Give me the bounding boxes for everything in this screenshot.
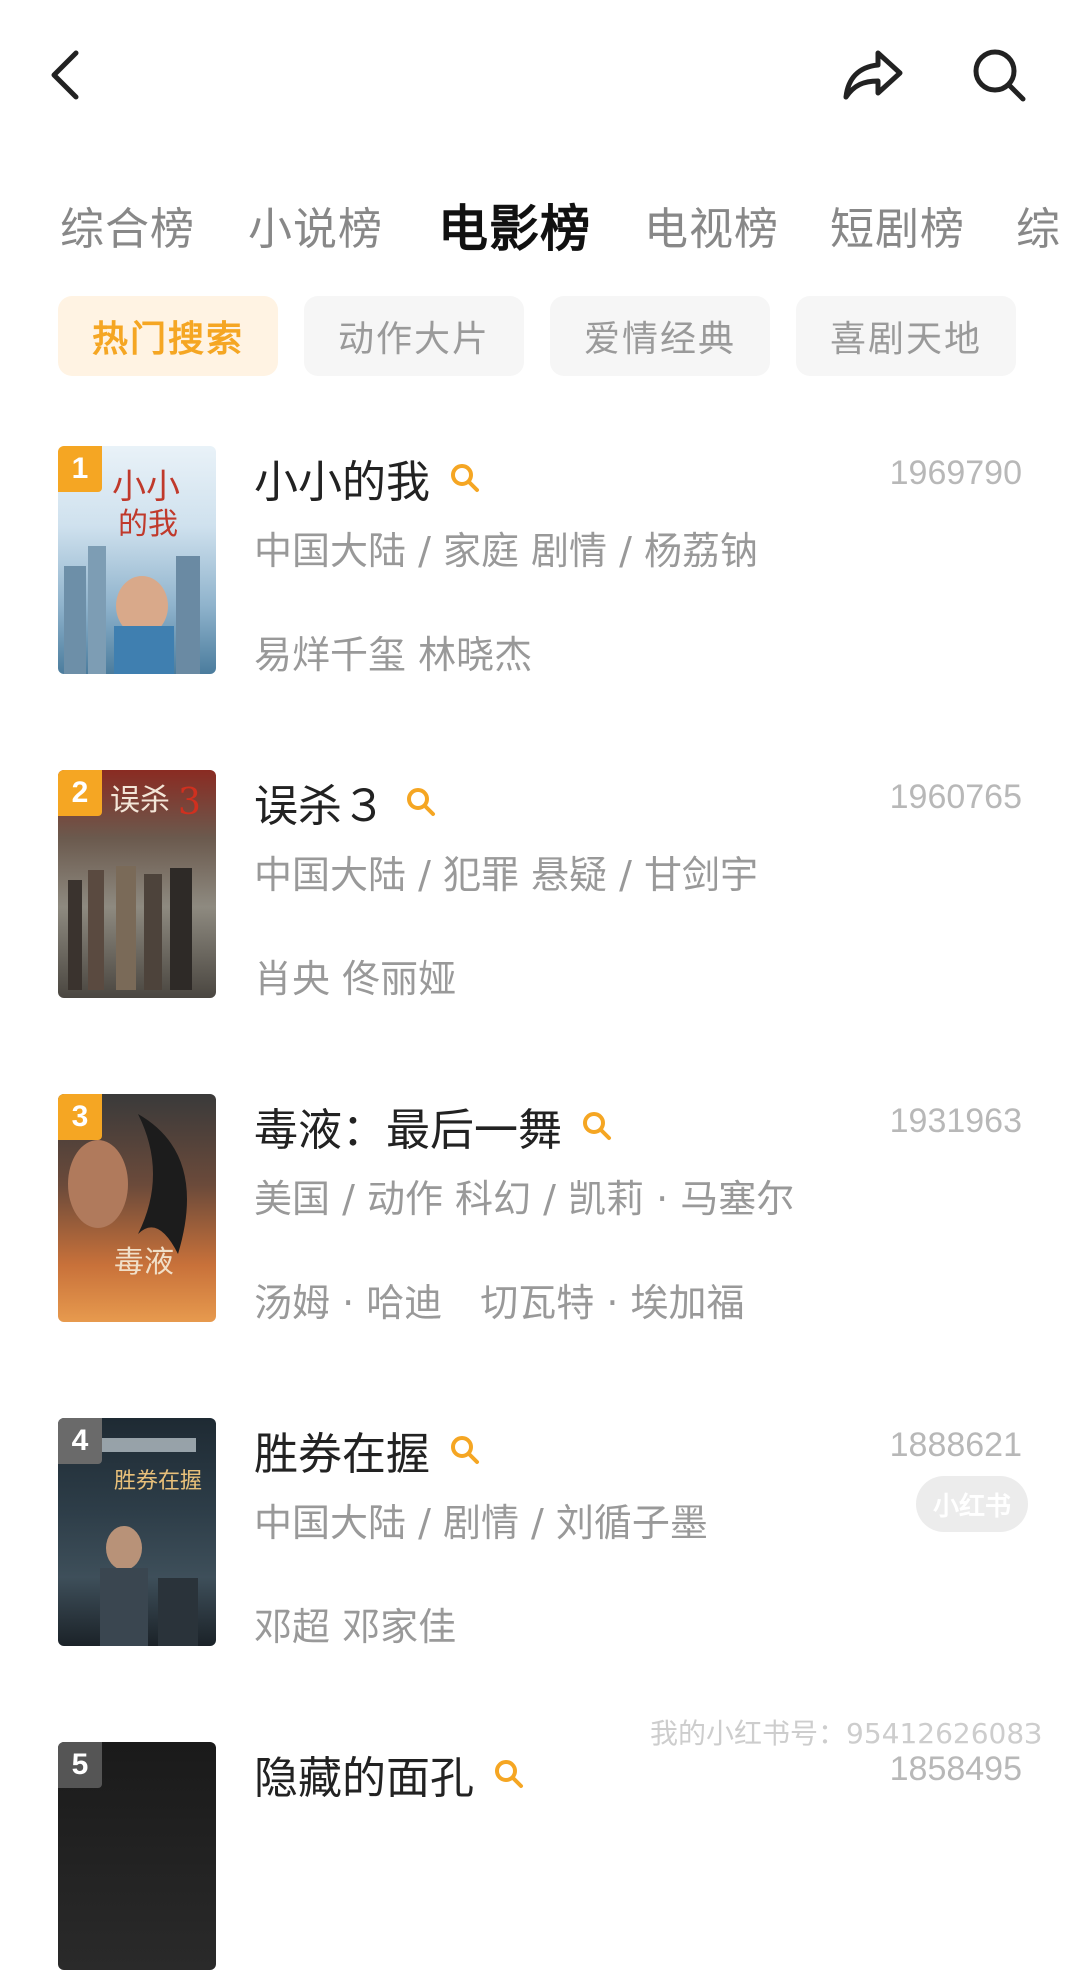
rank-badge: 1: [58, 446, 102, 492]
chevron-left-icon: [51, 50, 79, 100]
search-button[interactable]: [964, 40, 1034, 110]
search-icon: [973, 49, 1026, 102]
filter-chips: 热门搜索 动作大片 爱情经典 喜剧天地: [58, 296, 1058, 376]
svg-text:小小: 小小: [112, 467, 180, 507]
movie-title[interactable]: 小小的我: [254, 446, 430, 510]
movie-cast: 汤姆 · 哈迪 切瓦特 · 埃加福: [254, 1281, 745, 1325]
hot-score: 1931963: [889, 1102, 1022, 1140]
back-button[interactable]: [34, 40, 94, 110]
poster-image[interactable]: 误杀 3 2: [58, 770, 216, 998]
watermark-logo: 小红书: [916, 1476, 1028, 1532]
list-item[interactable]: 毒液 3 毒液：最后一舞 1931963 美国 / 动作 科幻 / 凯莉 · 马…: [0, 1094, 1080, 1325]
list-item[interactable]: 误杀 3 2 误杀３ 1960765 中国大陆 / 犯罪 悬疑 / 甘剑宇 肖央…: [0, 770, 1080, 1001]
poster-image[interactable]: 毒液 3: [58, 1094, 216, 1322]
list-item[interactable]: 小小 的我 1 小小的我 1969790 中国大陆 / 家庭 剧情 / 杨荔钠 …: [0, 446, 1080, 677]
movie-title[interactable]: 毒液：最后一舞: [254, 1094, 562, 1158]
hot-score: 1960765: [889, 778, 1022, 816]
poster-image[interactable]: 胜券在握 4: [58, 1418, 216, 1646]
movie-title[interactable]: 胜券在握: [254, 1418, 430, 1482]
poster-image[interactable]: 5: [58, 1742, 216, 1970]
search-icon[interactable]: [448, 1433, 482, 1467]
svg-text:胜券在握: 胜券在握: [114, 1469, 202, 1494]
rank-badge: 3: [58, 1094, 102, 1140]
rank-badge: 2: [58, 770, 102, 816]
tab-short-drama[interactable]: 短剧榜: [830, 180, 965, 270]
search-icon[interactable]: [492, 1757, 526, 1791]
chip-action[interactable]: 动作大片: [304, 296, 524, 376]
svg-text:3: 3: [178, 782, 201, 823]
search-icon[interactable]: [580, 1109, 614, 1143]
tab-novel[interactable]: 小说榜: [248, 180, 383, 270]
chip-romance[interactable]: 爱情经典: [550, 296, 770, 376]
list-item[interactable]: 5 隐藏的面孔 1858495: [0, 1742, 1080, 1972]
rank-badge: 5: [58, 1742, 102, 1788]
rank-badge: 4: [58, 1418, 102, 1464]
watermark-text: 我的小红书号：9541262608З: [650, 1717, 1043, 1750]
tab-overall[interactable]: 综合榜: [60, 180, 195, 270]
movie-title[interactable]: 误杀３: [254, 770, 386, 834]
movie-meta: 美国 / 动作 科幻 / 凯莉 · 马塞尔: [254, 1177, 795, 1221]
list-item[interactable]: 胜券在握 4 胜券在握 1888621 中国大陆 / 剧情 / 刘循子墨 邓超 …: [0, 1418, 1080, 1649]
chip-comedy[interactable]: 喜剧天地: [796, 296, 1016, 376]
movie-meta: 中国大陆 / 剧情 / 刘循子墨: [254, 1501, 708, 1545]
tab-tv[interactable]: 电视榜: [644, 180, 779, 270]
poster-image[interactable]: 小小 的我 1: [58, 446, 216, 674]
share-icon: [843, 50, 903, 100]
tab-variety[interactable]: 综: [1016, 180, 1061, 270]
share-button[interactable]: [838, 40, 908, 110]
movie-cast: 肖央 佟丽娅: [254, 957, 457, 1001]
svg-text:毒液: 毒液: [114, 1245, 174, 1280]
hot-score: 1969790: [889, 454, 1022, 492]
top-bar: [0, 0, 1080, 150]
svg-text:误杀: 误杀: [110, 783, 170, 818]
chip-hot-search[interactable]: 热门搜索: [58, 296, 278, 376]
category-tabs: 综合榜 小说榜 电影榜 电视榜 短剧榜 综: [0, 180, 1080, 270]
movie-cast: 易烊千玺 林晓杰: [254, 633, 533, 677]
movie-meta: 中国大陆 / 家庭 剧情 / 杨荔钠: [254, 529, 759, 573]
tab-movie[interactable]: 电影榜: [438, 180, 591, 270]
movie-meta: 中国大陆 / 犯罪 悬疑 / 甘剑宇: [254, 853, 759, 897]
svg-text:的我: 的我: [118, 507, 178, 542]
search-icon[interactable]: [448, 461, 482, 495]
search-icon[interactable]: [404, 785, 438, 819]
movie-cast: 邓超 邓家佳: [254, 1605, 457, 1649]
movie-title[interactable]: 隐藏的面孔: [254, 1742, 474, 1806]
hot-score: 1858495: [889, 1750, 1022, 1788]
hot-score: 1888621: [889, 1426, 1022, 1464]
